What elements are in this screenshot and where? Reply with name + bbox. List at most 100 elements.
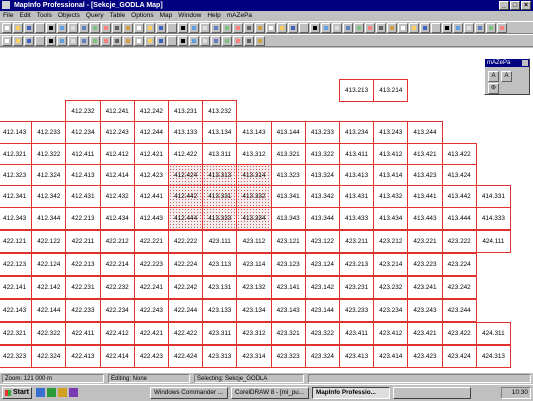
map-section-cell[interactable]: 423.121 — [270, 230, 306, 253]
standard-tool-button-13[interactable] — [134, 23, 144, 33]
map-section-cell[interactable]: 423.244 — [441, 299, 477, 322]
standard-tool-button-24[interactable] — [255, 23, 265, 33]
menu-mazepa[interactable]: mAZePa — [224, 11, 255, 21]
map-section-cell[interactable]: 413.243 — [373, 121, 409, 144]
map-section-cell[interactable]: 413.433 — [339, 207, 375, 230]
map-section-cell[interactable]: 422.222 — [168, 230, 204, 253]
map-section-cell[interactable]: 423.133 — [202, 299, 238, 322]
map-section-cell[interactable]: 423.134 — [236, 299, 272, 322]
map-section-cell[interactable]: 412.243 — [99, 121, 135, 144]
quick-launch-mail-icon[interactable] — [58, 388, 67, 397]
map-section-cell[interactable]: 423.241 — [407, 276, 443, 299]
map-section-cell[interactable]: 413.331 — [202, 185, 238, 208]
map-section-cell[interactable]: 422.213 — [65, 253, 101, 276]
map-section-cell[interactable]: 412.321 — [0, 143, 33, 166]
map-section-cell[interactable]: 423.423 — [407, 345, 443, 368]
map-section-cell[interactable]: 413.422 — [441, 143, 477, 166]
main-tool-button-8[interactable] — [79, 36, 89, 46]
standard-tool-button-6[interactable] — [57, 23, 67, 33]
standard-tool-button-25[interactable] — [266, 23, 276, 33]
map-section-cell[interactable]: 412.442 — [168, 185, 204, 208]
map-section-cell[interactable]: 423.234 — [373, 299, 409, 322]
map-section-cell[interactable]: 412.143 — [0, 121, 33, 144]
map-section-cell[interactable]: 422.244 — [168, 299, 204, 322]
map-section-cell[interactable]: 413.344 — [304, 207, 340, 230]
map-section-cell[interactable]: 423.223 — [407, 253, 443, 276]
map-section-cell[interactable]: 413.134 — [202, 121, 238, 144]
map-section-cell[interactable]: 422.411 — [65, 322, 101, 345]
standard-tool-button-42[interactable] — [453, 23, 463, 33]
standard-tool-button-45[interactable] — [486, 23, 496, 33]
map-section-cell[interactable]: 423.122 — [304, 230, 340, 253]
main-tool-button-7[interactable] — [68, 36, 78, 46]
map-section-cell[interactable]: 412.422 — [168, 143, 204, 166]
main-tool-button-17[interactable] — [178, 36, 188, 46]
map-section-cell[interactable]: 413.432 — [373, 185, 409, 208]
main-tool-button-1[interactable] — [2, 36, 12, 46]
standard-tool-button-10[interactable] — [101, 23, 111, 33]
palette-tool-b-button[interactable]: A — [501, 71, 512, 82]
map-section-cell[interactable]: 412.342 — [31, 185, 67, 208]
map-section-cell[interactable]: 423.114 — [236, 253, 272, 276]
map-section-cell[interactable]: 423.112 — [236, 230, 272, 253]
standard-tool-button-3[interactable] — [24, 23, 34, 33]
standard-tool-button-46[interactable] — [497, 23, 507, 33]
map-section-cell[interactable]: 412.232 — [65, 100, 101, 123]
map-section-cell[interactable]: 423.131 — [202, 276, 238, 299]
map-section-cell[interactable]: 423.242 — [441, 276, 477, 299]
map-section-cell[interactable]: 412.323 — [0, 164, 33, 187]
map-section-cell[interactable]: 414.333 — [475, 207, 511, 230]
map-section-cell[interactable]: 423.243 — [407, 299, 443, 322]
map-section-cell[interactable]: 423.224 — [441, 253, 477, 276]
map-section-cell[interactable]: 413.321 — [270, 143, 306, 166]
standard-tool-button-43[interactable] — [464, 23, 474, 33]
main-tool-button-24[interactable] — [255, 36, 265, 46]
standard-tool-button-7[interactable] — [68, 23, 78, 33]
menu-table[interactable]: Table — [107, 11, 129, 21]
map-section-cell[interactable]: 423.212 — [373, 230, 409, 253]
map-section-cell[interactable]: 413.333 — [202, 207, 238, 230]
main-tool-button-13[interactable] — [134, 36, 144, 46]
map-section-cell[interactable]: 422.421 — [133, 322, 169, 345]
map-section-cell[interactable]: 412.421 — [133, 143, 169, 166]
map-section-cell[interactable]: 423.413 — [339, 345, 375, 368]
mazepa-palette[interactable]: mAZePa A A ⊛ — [484, 58, 530, 95]
map-section-cell[interactable]: 413.233 — [304, 121, 340, 144]
standard-tool-button-21[interactable] — [222, 23, 232, 33]
maximize-button[interactable]: □ — [510, 1, 520, 10]
map-section-cell[interactable]: 413.421 — [407, 143, 443, 166]
main-tool-button-5[interactable] — [46, 36, 56, 46]
map-section-cell[interactable]: 413.314 — [236, 164, 272, 187]
map-section-cell[interactable]: 412.242 — [133, 100, 169, 123]
task-mapinfo[interactable]: MapInfo Professio... — [312, 387, 390, 399]
map-section-cell[interactable]: 412.441 — [133, 185, 169, 208]
main-tool-button-4[interactable] — [35, 36, 45, 46]
map-section-cell[interactable]: 423.323 — [270, 345, 306, 368]
map-section-cell[interactable]: 412.424 — [168, 164, 204, 187]
menu-edit[interactable]: Edit — [16, 11, 33, 21]
map-section-cell[interactable]: 412.344 — [31, 207, 67, 230]
map-section-cell[interactable]: 422.142 — [31, 276, 67, 299]
map-section-cell[interactable]: 422.412 — [99, 322, 135, 345]
standard-tool-button-44[interactable] — [475, 23, 485, 33]
map-section-cell[interactable]: 423.422 — [441, 322, 477, 345]
map-section-cell[interactable]: 413.324 — [304, 164, 340, 187]
map-section-cell[interactable]: 413.144 — [270, 121, 306, 144]
standard-tool-button-18[interactable] — [189, 23, 199, 33]
map-section-cell[interactable]: 413.441 — [407, 185, 443, 208]
map-section-cell[interactable]: 422.122 — [31, 230, 67, 253]
main-tool-button-23[interactable] — [244, 36, 254, 46]
map-section-cell[interactable]: 423.424 — [441, 345, 477, 368]
map-section-cell[interactable]: 422.233 — [65, 299, 101, 322]
map-section-cell[interactable]: 422.423 — [133, 345, 169, 368]
standard-tool-button-30[interactable] — [321, 23, 331, 33]
standard-tool-button-8[interactable] — [79, 23, 89, 33]
map-section-cell[interactable]: 413.133 — [168, 121, 204, 144]
main-tool-button-22[interactable] — [233, 36, 243, 46]
map-section-cell[interactable]: 412.234 — [65, 121, 101, 144]
map-section-cell[interactable]: 422.224 — [168, 253, 204, 276]
map-section-cell[interactable]: 412.444 — [168, 207, 204, 230]
standard-tool-button-9[interactable] — [90, 23, 100, 33]
map-section-cell[interactable]: 423.414 — [373, 345, 409, 368]
main-tool-button-10[interactable] — [101, 36, 111, 46]
